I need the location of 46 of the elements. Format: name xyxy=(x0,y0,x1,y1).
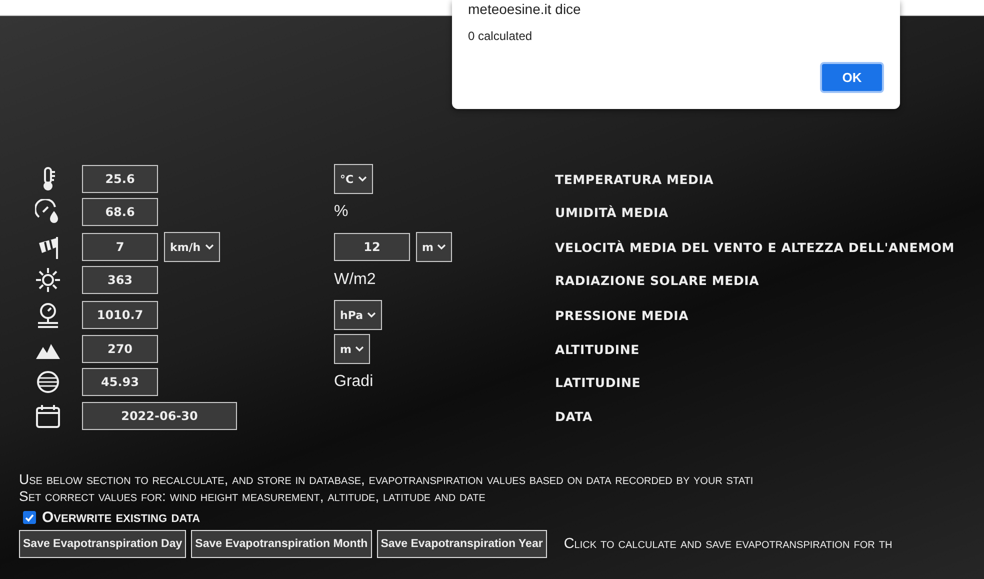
unit-dropdown[interactable]: °C xyxy=(334,164,373,194)
dialog-message: 0 calculated xyxy=(468,29,532,43)
ok-button[interactable]: OK xyxy=(820,62,884,93)
input-field[interactable]: 1010.7 xyxy=(82,301,158,329)
field-label: DATA xyxy=(555,408,594,424)
unit-dropdown[interactable]: hPa xyxy=(334,300,382,330)
sun-icon xyxy=(35,267,61,293)
globe-icon xyxy=(35,369,61,395)
input-field[interactable]: 270 xyxy=(82,335,158,363)
field-label: PRESSIONE MEDIA xyxy=(555,308,690,322)
field-label: ALTITUDINE xyxy=(555,342,640,356)
caret-icon xyxy=(204,244,214,250)
input-field[interactable]: 363 xyxy=(82,266,158,294)
field-label: TEMPERATURA MEDIA xyxy=(555,172,715,186)
field-label: LATITUDINE xyxy=(555,374,642,390)
save-button[interactable]: Save Evapotranspiration Day xyxy=(19,530,186,558)
instruction-text: Set correct values for: wind height measurement, altitude, latitude and date xyxy=(19,488,486,505)
input-field[interactable]: 25.6 xyxy=(82,165,158,193)
calendar-icon xyxy=(35,403,61,429)
unit-text: Gradi xyxy=(334,373,374,391)
humidity-icon xyxy=(35,199,61,225)
input-field[interactable]: 12 xyxy=(334,233,410,261)
save-button[interactable]: Save Evapotranspiration Year xyxy=(376,530,547,558)
checkbox[interactable] xyxy=(23,511,36,524)
field-label: RADIAZIONE SOLARE MEDIA xyxy=(555,272,760,288)
caret-icon xyxy=(437,244,446,250)
input-field[interactable]: 2022-06-30 xyxy=(82,402,237,430)
gauge-icon xyxy=(35,302,61,328)
input-field[interactable]: 68.6 xyxy=(82,198,158,226)
caret-icon xyxy=(358,176,367,182)
caret-icon xyxy=(355,346,364,352)
unit-dropdown[interactable]: m xyxy=(416,232,452,262)
checkbox-label: Overwrite existing data xyxy=(42,509,200,526)
field-label: UMIDITÀ MEDIA xyxy=(555,204,670,220)
unit-dropdown[interactable]: km/h xyxy=(164,232,220,262)
instruction-text: Use below section to recalculate, and store in database, evapotranspiration values based on data recorded by your stati xyxy=(19,471,754,488)
unit-text: % xyxy=(334,203,348,221)
unit-text: W/m2 xyxy=(334,271,376,289)
field-label: VELOCITÀ MEDIA DEL VENTO E ALTEZZA DELL'ANEMOM xyxy=(555,240,956,254)
input-field[interactable]: 7 xyxy=(82,233,158,261)
unit-dropdown[interactable]: m xyxy=(334,334,370,364)
input-field[interactable]: 45.93 xyxy=(82,368,158,396)
caret-icon xyxy=(367,312,376,318)
hint-text: Click to calculate and save evapotranspiration for th xyxy=(564,536,892,552)
dialog-title: meteoesine.it dice xyxy=(468,1,581,17)
save-button[interactable]: Save Evapotranspiration Month xyxy=(191,530,372,558)
